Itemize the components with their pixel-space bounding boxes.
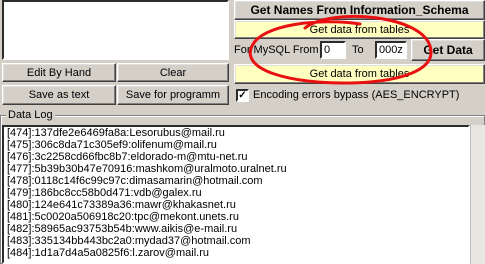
clear-button[interactable]: Clear — [117, 63, 229, 82]
data-log-title: Data Log — [6, 109, 55, 121]
get-data-button[interactable]: Get Data — [411, 39, 485, 61]
log-line: [475]:306c8da71c305ef9:olifenum@mail.ru — [7, 139, 217, 151]
query-list[interactable] — [2, 0, 229, 60]
get-data-from-tables-button[interactable]: Get data from tables — [234, 64, 485, 84]
save-as-text-button[interactable]: Save as text — [2, 85, 116, 105]
checkmark-icon: ✓ — [238, 89, 247, 101]
log-line: [480]:124e641c73389a36:mawr@khakasnet.ru — [7, 199, 236, 211]
encoding-bypass-checkbox[interactable]: ✓ — [236, 89, 249, 102]
data-log-textarea[interactable]: [474]:137dfe2e6469fa8a:Lesorubus@mail.ru… — [2, 125, 470, 264]
save-for-programm-button[interactable]: Save for programm — [117, 85, 229, 105]
log-lines: [474]:137dfe2e6469fa8a:Lesorubus@mail.ru… — [4, 127, 468, 259]
log-line: [479]:186bc8cc58b0d471:vdb@galex.ru — [7, 187, 202, 199]
log-line: [482]:58965ac93753b54b:www.aikis@e-mail.… — [7, 223, 238, 235]
log-line: [477]:5b39b30b47e70916:mashkom@uralmoto.… — [7, 163, 287, 175]
log-scrollbar[interactable] — [470, 125, 485, 264]
log-line: [478]:0118c14f6c99c97c:dimasamarin@hotma… — [7, 175, 263, 187]
log-line: [483]:335134bb443bc2a0:mydad37@hotmail.c… — [7, 235, 251, 247]
from-input[interactable]: 0 — [320, 41, 346, 59]
edit-by-hand-button[interactable]: Edit By Hand — [2, 63, 116, 82]
log-line: [474]:137dfe2e6469fa8a:Lesorubus@mail.ru — [7, 127, 225, 139]
log-line: [476]:3c2258cd66fbc8b7:eldorado-m@mtu-ne… — [7, 151, 248, 163]
log-line: [484]:1d1a7d4a5a0825f6:l.zarov@mail.ru — [7, 247, 209, 259]
get-data-from-tables-top-button[interactable]: Get data from tables — [234, 20, 485, 39]
to-input[interactable]: 000z — [375, 41, 407, 59]
log-line: [481]:5c0020a506918c20:tpc@mekont.unets.… — [7, 211, 239, 223]
mysql-from-label: For MySQL From — [234, 44, 319, 56]
get-names-button[interactable]: Get Names From Information_Schema — [234, 0, 485, 20]
to-label: To — [352, 44, 364, 56]
encoding-bypass-label[interactable]: Encoding errors bypass (AES_ENCRYPT) — [253, 89, 459, 101]
